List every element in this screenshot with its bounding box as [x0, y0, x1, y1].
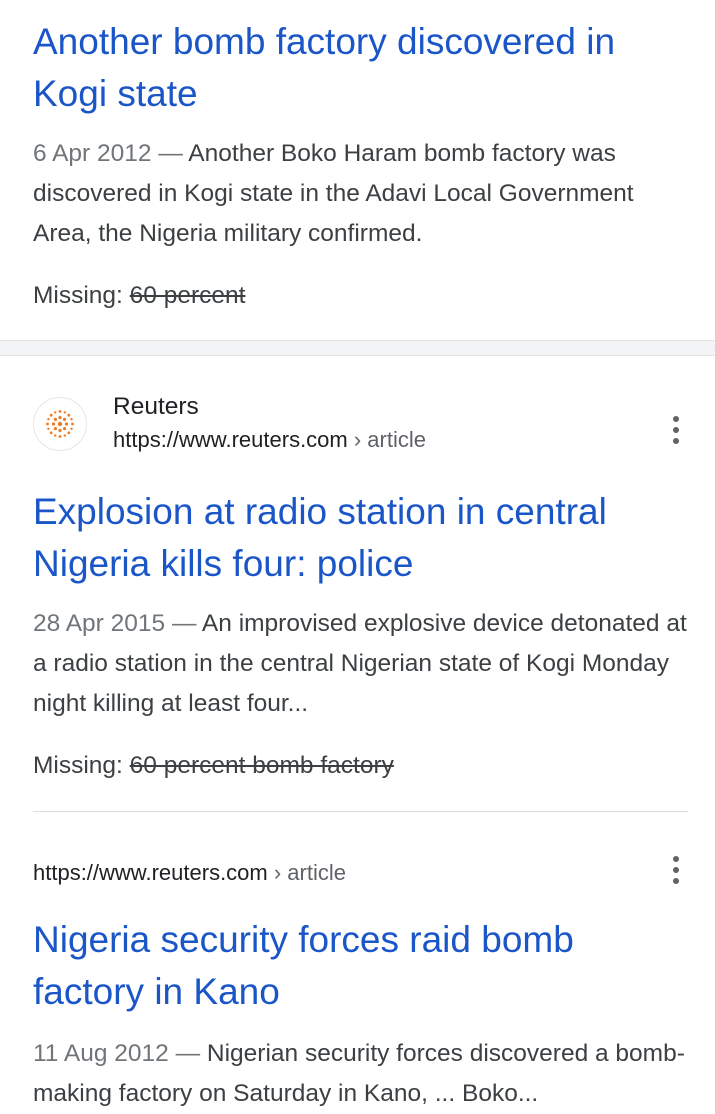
more-options-icon[interactable]: [664, 412, 688, 448]
url-breadcrumb: › article: [347, 427, 426, 452]
source-row[interactable]: Reuters https://www.reuters.com › articl…: [33, 392, 683, 452]
site-url: https://www.reuters.com › article: [113, 426, 426, 454]
result-date: 6 Apr 2012: [33, 140, 152, 167]
result-snippet: 11 Aug 2012 — Nigerian security forces d…: [33, 1034, 693, 1114]
missing-terms: Missing: 60 percent bomb factory: [33, 749, 394, 783]
card-separator: [0, 340, 715, 356]
result-date: 28 Apr 2015: [33, 610, 166, 637]
result-date: 11 Aug 2012: [33, 1040, 169, 1067]
date-separator: —: [165, 610, 202, 637]
result-divider: [33, 811, 688, 812]
missing-label: Missing:: [33, 282, 130, 309]
result-card-2: Reuters https://www.reuters.com › articl…: [0, 356, 715, 1113]
more-options-icon[interactable]: [664, 852, 688, 888]
site-name: Reuters: [113, 393, 199, 420]
url-breadcrumb: › article: [267, 860, 346, 885]
site-url[interactable]: https://www.reuters.com › article: [33, 859, 346, 887]
missing-terms: Missing: 60 percent: [33, 279, 245, 313]
date-separator: —: [151, 140, 189, 167]
result-snippet: 28 Apr 2015 — An improvised explosive de…: [33, 604, 693, 724]
result-title-link[interactable]: Nigeria security forces raid bomb factor…: [33, 914, 693, 1018]
url-text: https://www.reuters.com: [33, 860, 268, 885]
result-title-link[interactable]: Explosion at radio station in central Ni…: [33, 486, 693, 590]
result-snippet: 6 Apr 2012 — Another Boko Haram bomb fac…: [33, 134, 693, 254]
missing-terms-struck: 60 percent: [129, 282, 246, 309]
missing-label: Missing:: [33, 752, 130, 779]
result-card-1: Another bomb factory discovered in Kogi …: [0, 0, 715, 340]
url-text: https://www.reuters.com: [113, 427, 348, 452]
reuters-logo-icon: [33, 397, 87, 451]
result-title-link[interactable]: Another bomb factory discovered in Kogi …: [33, 16, 693, 120]
date-separator: —: [168, 1040, 207, 1067]
missing-terms-struck: 60 percent bomb factory: [129, 752, 394, 779]
